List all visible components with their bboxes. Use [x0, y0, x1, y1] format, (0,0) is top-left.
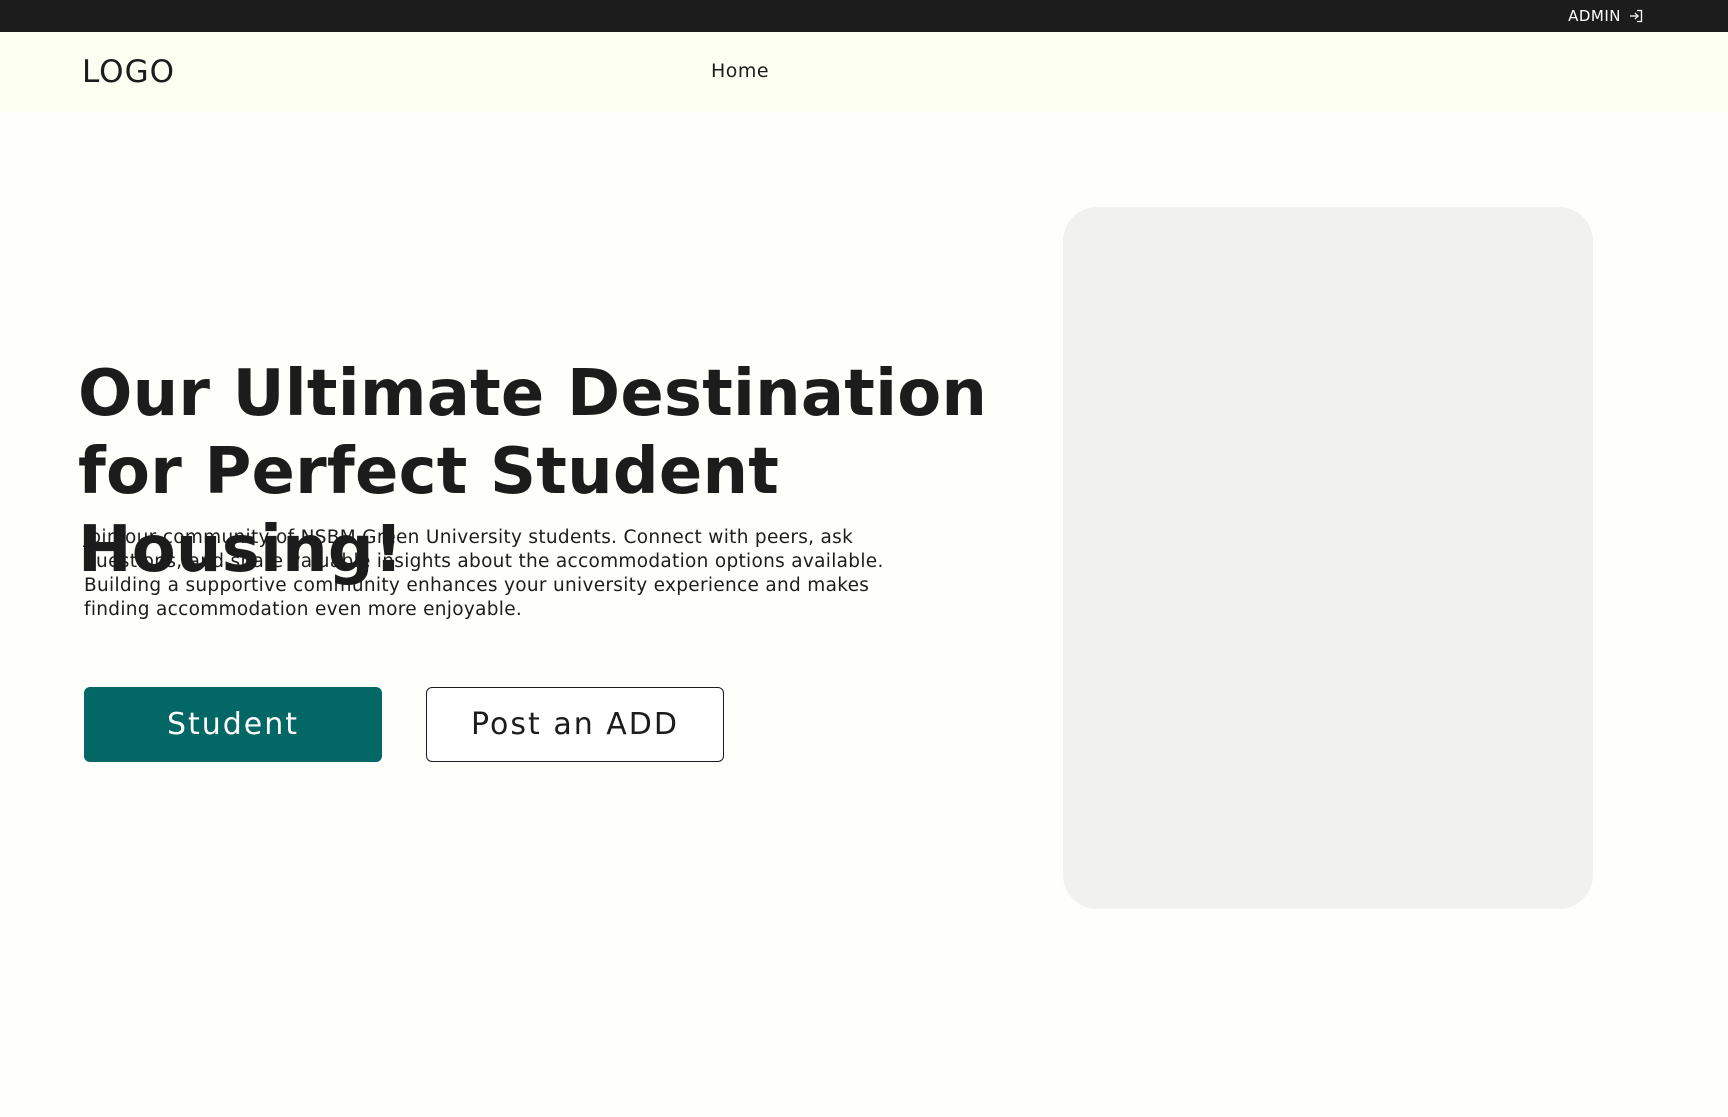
student-button[interactable]: Student [84, 687, 382, 762]
login-icon [1629, 9, 1643, 23]
top-bar: ADMIN [0, 0, 1728, 32]
hero-description: Join our community of NSBM Green Univers… [84, 527, 884, 620]
post-an-add-button[interactable]: Post an ADD [426, 687, 724, 762]
logo[interactable]: LOGO [82, 54, 175, 90]
hero-title-line-1: Our Ultimate Destination [78, 357, 988, 431]
main-navbar: LOGO Home [0, 32, 1728, 112]
admin-login-link[interactable]: ADMIN [1568, 0, 1643, 32]
hero-image-placeholder [1063, 207, 1593, 909]
admin-label: ADMIN [1568, 7, 1621, 25]
nav-link-home[interactable]: Home [711, 60, 769, 82]
